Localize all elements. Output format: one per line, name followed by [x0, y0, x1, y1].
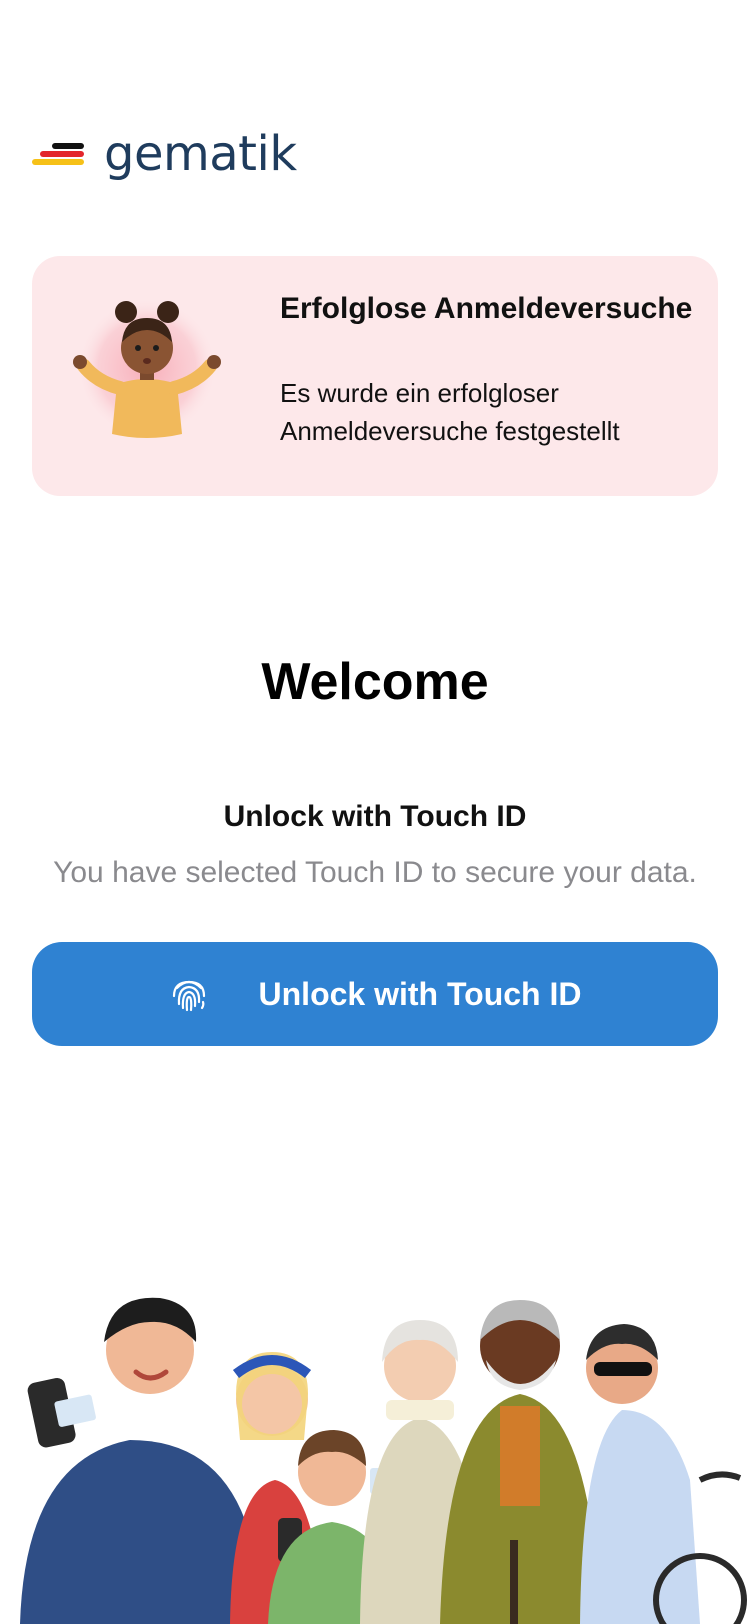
german-flag-stripes-icon [32, 140, 86, 168]
people-group-illustration [20, 1297, 747, 1624]
shrugging-girl-illustration [73, 298, 221, 438]
man-with-phone-figure [20, 1297, 245, 1624]
unlock-touch-id-button[interactable]: Unlock with Touch ID [32, 942, 718, 1046]
gematik-logo: gematik [32, 124, 297, 184]
alert-message: Es wurde ein erfolgloser Anmeldeversuche… [280, 378, 620, 446]
older-man-with-beard-figure [440, 1300, 600, 1624]
unlock-button-label: Unlock with Touch ID [258, 975, 582, 1012]
fingerprint-icon [172, 980, 205, 1012]
unlock-title: Unlock with Touch ID [223, 800, 527, 833]
logo-text: gematik [104, 126, 297, 182]
man-with-sunglasses-in-wheelchair-figure [580, 1324, 747, 1624]
failed-login-alert-card: Erfolglose Anmeldeversuche Es wurde ein … [32, 256, 718, 496]
alert-title: Erfolglose Anmeldeversuche [280, 292, 693, 325]
welcome-heading: Welcome [261, 653, 489, 711]
unlock-description: You have selected Touch ID to secure you… [53, 856, 697, 889]
